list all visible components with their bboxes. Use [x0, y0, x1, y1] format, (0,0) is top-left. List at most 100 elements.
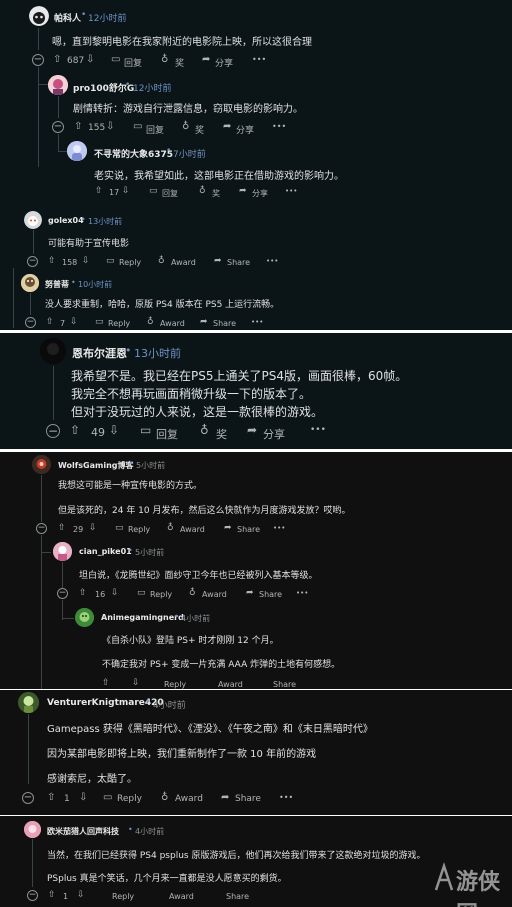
more-options-button[interactable]: •••	[273, 524, 285, 532]
share-icon[interactable]: ➦	[239, 186, 247, 196]
reply-button[interactable]: Reply	[150, 590, 172, 599]
collapse-thread-button[interactable]: −	[46, 424, 60, 438]
comment-time[interactable]: 5小时前	[135, 547, 164, 558]
comment-author[interactable]: 欧米茄猎人回声科技	[47, 826, 119, 837]
comment-time[interactable]: 12小时前	[133, 81, 171, 94]
downvote-icon[interactable]: ⇩	[77, 890, 85, 900]
upvote-icon[interactable]: ⇧	[48, 256, 56, 266]
upvote-icon[interactable]: ⇧	[74, 121, 82, 132]
share-icon[interactable]: ➦	[247, 423, 257, 437]
award-button[interactable]: 奖	[212, 188, 220, 199]
award-icon[interactable]: ♁	[182, 121, 189, 132]
avatar[interactable]	[67, 141, 87, 161]
share-button[interactable]: Share	[235, 794, 261, 804]
avatar[interactable]	[24, 821, 41, 838]
reply-button[interactable]: 回复	[156, 426, 178, 442]
award-icon[interactable]: ♁	[147, 317, 154, 327]
share-icon[interactable]: ➦	[221, 792, 229, 803]
avatar[interactable]	[18, 692, 39, 713]
comment-author[interactable]: 努普蒂	[45, 279, 69, 290]
share-button[interactable]: 分享	[236, 123, 254, 136]
avatar[interactable]	[53, 542, 72, 561]
share-button[interactable]: Share	[259, 590, 282, 599]
share-button[interactable]: 分享	[252, 188, 268, 199]
more-options-button[interactable]: •••	[251, 318, 263, 326]
comment-time[interactable]: 13小时前	[134, 345, 181, 361]
more-options-button[interactable]: •••	[252, 55, 266, 64]
collapse-thread-button[interactable]: −	[25, 317, 36, 328]
collapse-thread-button[interactable]: −	[52, 121, 64, 133]
reply-button[interactable]: Reply	[119, 258, 141, 267]
comment-author[interactable]: 恩布尔涯恩	[72, 345, 127, 361]
comment-time[interactable]: 12小时前	[88, 11, 126, 24]
comment-time[interactable]: 7小时前	[173, 147, 206, 160]
avatar[interactable]	[21, 274, 39, 292]
comment-time[interactable]: 4小时前	[153, 698, 186, 711]
award-icon[interactable]: ♁	[161, 792, 168, 803]
share-icon[interactable]: ➦	[200, 317, 208, 327]
collapse-thread-button[interactable]: −	[22, 792, 34, 804]
downvote-icon[interactable]: ⇩	[106, 121, 114, 132]
reply-icon[interactable]: ▭	[133, 121, 142, 132]
upvote-icon[interactable]: ⇧	[47, 792, 55, 803]
award-icon[interactable]: ♁	[158, 256, 165, 266]
upvote-icon[interactable]: ⇧	[48, 890, 56, 900]
reply-icon[interactable]: ▭	[137, 588, 146, 598]
share-icon[interactable]: ➦	[246, 588, 254, 598]
reply-icon[interactable]: ▭	[115, 523, 124, 533]
award-button[interactable]: Award	[218, 680, 243, 689]
more-options-button[interactable]: •••	[285, 187, 297, 195]
comment-author[interactable]: WolfsGaming博客	[58, 460, 133, 471]
share-button[interactable]: 分享	[215, 56, 233, 69]
collapse-thread-button[interactable]: −	[57, 588, 68, 599]
comment-time[interactable]: 4小时前	[135, 826, 164, 837]
reply-icon[interactable]: ▭	[140, 423, 151, 437]
reply-icon[interactable]: ▭	[106, 256, 115, 266]
reply-button[interactable]: Reply	[112, 892, 134, 901]
share-button[interactable]: Share	[213, 319, 236, 328]
award-icon[interactable]: ♁	[200, 423, 209, 437]
share-button[interactable]: Share	[273, 680, 296, 689]
downvote-icon[interactable]: ⇩	[111, 588, 119, 598]
reply-icon[interactable]: ▭	[149, 186, 158, 196]
share-button[interactable]: Share	[226, 892, 249, 901]
downvote-icon[interactable]: ⇩	[82, 256, 90, 266]
upvote-icon[interactable]: ⇧	[58, 523, 66, 533]
award-button[interactable]: 奖	[216, 426, 227, 442]
reply-icon[interactable]: ▭	[111, 54, 120, 65]
upvote-icon[interactable]: ⇧	[53, 54, 61, 65]
more-options-button[interactable]: •••	[310, 425, 326, 435]
downvote-icon[interactable]: ⇩	[86, 54, 94, 65]
collapse-thread-button[interactable]: −	[27, 890, 38, 901]
avatar[interactable]	[40, 338, 66, 364]
downvote-icon[interactable]: ⇩	[89, 523, 97, 533]
avatar[interactable]	[32, 455, 51, 474]
reply-button[interactable]: Reply	[117, 794, 142, 804]
avatar[interactable]	[24, 211, 42, 229]
share-button[interactable]: Share	[227, 258, 250, 267]
reply-button[interactable]: Reply	[128, 525, 150, 534]
downvote-icon[interactable]: ⇩	[70, 317, 78, 327]
upvote-icon[interactable]: ⇧	[102, 678, 110, 688]
more-options-button[interactable]: •••	[272, 122, 286, 131]
share-icon[interactable]: ➦	[214, 256, 222, 266]
award-button[interactable]: Award	[180, 525, 205, 534]
more-options-button[interactable]: •••	[296, 589, 308, 597]
award-icon[interactable]: ♁	[189, 588, 196, 598]
more-options-button[interactable]: •••	[279, 793, 293, 802]
share-icon[interactable]: ➦	[202, 54, 210, 65]
comment-time[interactable]: 13小时前	[88, 216, 122, 227]
award-button[interactable]: Award	[171, 258, 196, 267]
upvote-icon[interactable]: ⇧	[46, 317, 54, 327]
award-icon[interactable]: ♁	[161, 54, 168, 65]
share-icon[interactable]: ➦	[224, 523, 232, 533]
comment-author[interactable]: 不寻常的大象6375	[94, 147, 173, 160]
award-icon[interactable]: ♁	[167, 523, 174, 533]
comment-author[interactable]: golex04	[48, 216, 84, 225]
avatar[interactable]	[75, 608, 94, 627]
downvote-icon[interactable]: ⇩	[122, 186, 130, 196]
award-button[interactable]: Award	[202, 590, 227, 599]
comment-time[interactable]: 4小时前	[181, 613, 210, 624]
reply-button[interactable]: Reply	[108, 319, 130, 328]
upvote-icon[interactable]: ⇧	[79, 588, 87, 598]
